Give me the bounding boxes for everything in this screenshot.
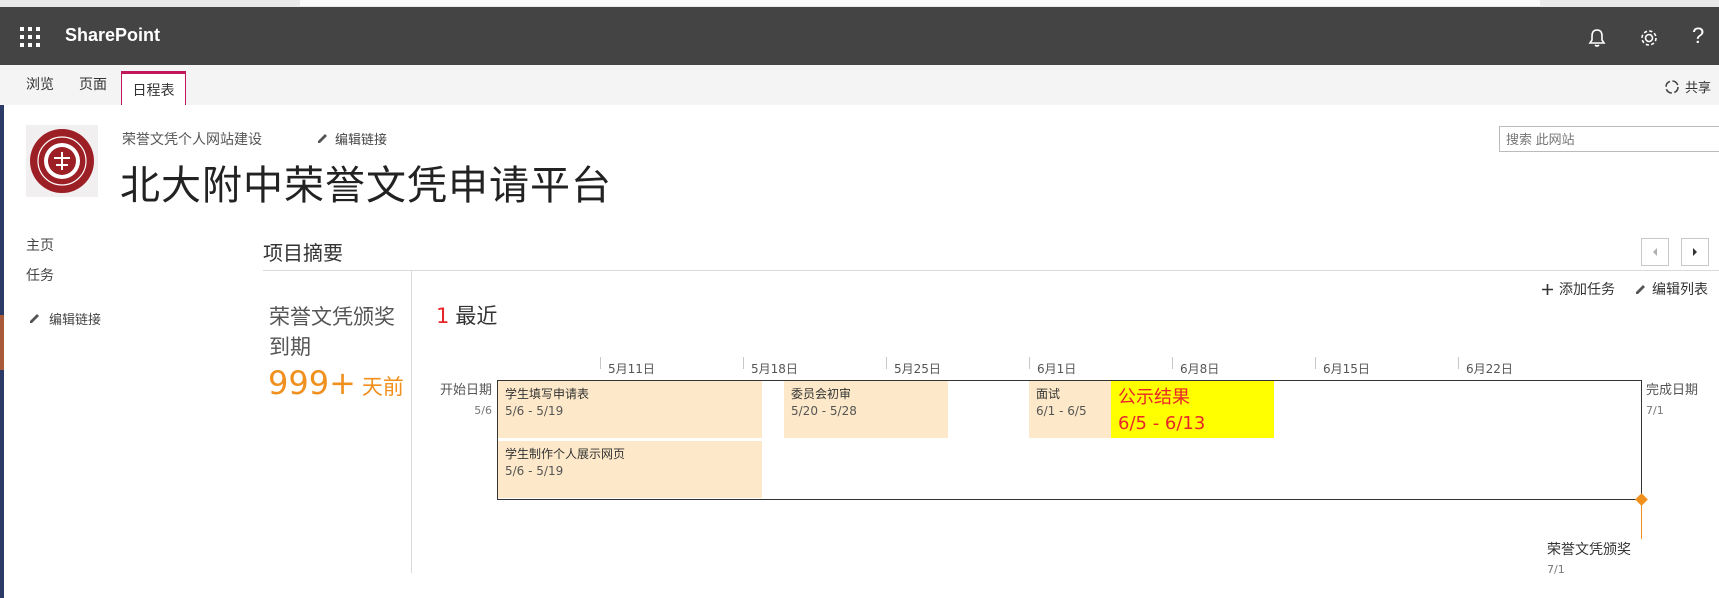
next-button[interactable] [1681,238,1709,266]
milestone-name: 荣誉文凭颁奖 [1547,542,1631,558]
tab-page[interactable]: 页面 [79,74,107,94]
timeline-finish: 完成日期 7/1 [1646,381,1716,421]
browser-top-strip [0,0,1719,7]
date-tick [1172,357,1173,369]
date-label: 6月22日 [1466,362,1513,376]
recent-label: 最近 [455,304,498,328]
tab-browse[interactable]: 浏览 [26,74,54,94]
share-button[interactable]: 共享 [1664,77,1711,96]
app-launcher-icon[interactable] [20,27,40,47]
edit-links-left[interactable]: 编辑链接 [28,309,101,328]
timeline-start: 开始日期 5/6 [420,381,492,421]
nav-item-home[interactable]: 主页 [26,235,54,255]
pencil-icon [30,314,39,323]
share-label: 共享 [1685,81,1712,96]
share-icon [1665,79,1679,94]
milestone-date: 7/1 [1547,563,1565,576]
task-name: 面试 [1036,387,1061,401]
tab-timeline[interactable]: 日程表 [121,71,186,105]
recent-count: 1 [436,304,450,328]
help-icon[interactable]: ? [1692,23,1704,49]
timeline-finish-date: 7/1 [1646,404,1664,417]
site-parent-link[interactable]: 荣誉文凭个人网站建设 [122,129,262,149]
timeline-finish-label: 完成日期 [1646,383,1699,398]
chevron-right-icon [1693,248,1697,256]
summary-divider [263,270,1719,271]
school-seal-icon [30,129,94,193]
date-tick [1029,357,1030,369]
date-label: 6月15日 [1323,362,1370,376]
edit-links-top[interactable]: 编辑链接 [316,129,387,148]
address-strip [300,0,1540,6]
date-label: 5月25日 [894,362,941,376]
timeline-task[interactable]: 委员会初审 5/20 - 5/28 [784,381,948,438]
due-count: 999+ 天前 [268,364,404,402]
date-label: 6月8日 [1180,362,1220,376]
task-name: 学生填写申请表 [505,387,590,401]
task-name: 委员会初审 [791,387,852,401]
timeline-task[interactable]: 学生填写申请表 5/6 - 5/19 [498,381,762,438]
previous-button[interactable] [1641,238,1669,266]
ribbon-bar: 浏览 页面 日程表 共享 [0,65,1719,105]
add-task-button[interactable]: 添加任务 [1541,279,1615,299]
date-label: 5月18日 [751,362,798,376]
due-count-unit: 天前 [361,375,404,399]
recent-heading[interactable]: 1 最近 [436,300,497,330]
site-logo[interactable] [26,125,98,197]
window-edge-marker [0,315,4,370]
chevron-left-icon [1653,248,1657,256]
nav-item-tasks[interactable]: 任务 [26,265,54,285]
project-summary-title: 项目摘要 [263,241,343,265]
plus-icon [1542,283,1553,295]
task-dates: 5/20 - 5/28 [791,404,857,418]
bell-icon[interactable] [1584,25,1610,51]
timeline-task[interactable]: 面试 6/1 - 6/5 [1029,381,1111,438]
suite-bar: SharePoint ? [0,7,1719,65]
task-dates: 5/6 - 5/19 [505,404,564,418]
edit-links-left-label: 编辑链接 [49,313,102,328]
date-tick [1315,357,1316,369]
due-label: 荣誉文凭颁奖到期 [269,305,395,359]
milestone[interactable]: 荣誉文凭颁奖 7/1 [1547,540,1631,580]
timeline-start-date: 5/6 [474,404,492,417]
date-tick [600,357,601,369]
date-label: 5月11日 [608,362,655,376]
task-dates: 6/5 - 6/13 [1118,413,1206,434]
summary-column-divider [411,271,412,573]
edit-links-top-label: 编辑链接 [335,133,388,148]
gear-icon[interactable] [1636,25,1662,51]
pencil-icon [318,134,327,143]
date-label: 6月1日 [1037,362,1077,376]
edit-list-button[interactable]: 编辑列表 [1634,279,1708,299]
timeline-start-label: 开始日期 [439,383,492,398]
add-task-label: 添加任务 [1559,282,1615,298]
app-name[interactable]: SharePoint [65,25,160,46]
edit-list-label: 编辑列表 [1652,282,1708,298]
date-tick [886,357,887,369]
timeline-task[interactable]: 学生制作个人展示网页 5/6 - 5/19 [498,441,762,498]
due-count-number: 999+ [268,364,356,402]
task-dates: 5/6 - 5/19 [505,464,564,478]
search-input[interactable] [1499,126,1719,152]
timeline-task-highlighted[interactable]: 公示结果 6/5 - 6/13 [1111,381,1274,438]
date-tick [743,357,744,369]
pencil-icon [1636,284,1645,294]
task-name: 学生制作个人展示网页 [505,447,626,461]
site-title: 北大附中荣誉文凭申请平台 [120,163,612,209]
task-dates: 6/1 - 6/5 [1036,404,1087,418]
date-tick [1458,357,1459,369]
task-name: 公示结果 [1118,387,1190,408]
